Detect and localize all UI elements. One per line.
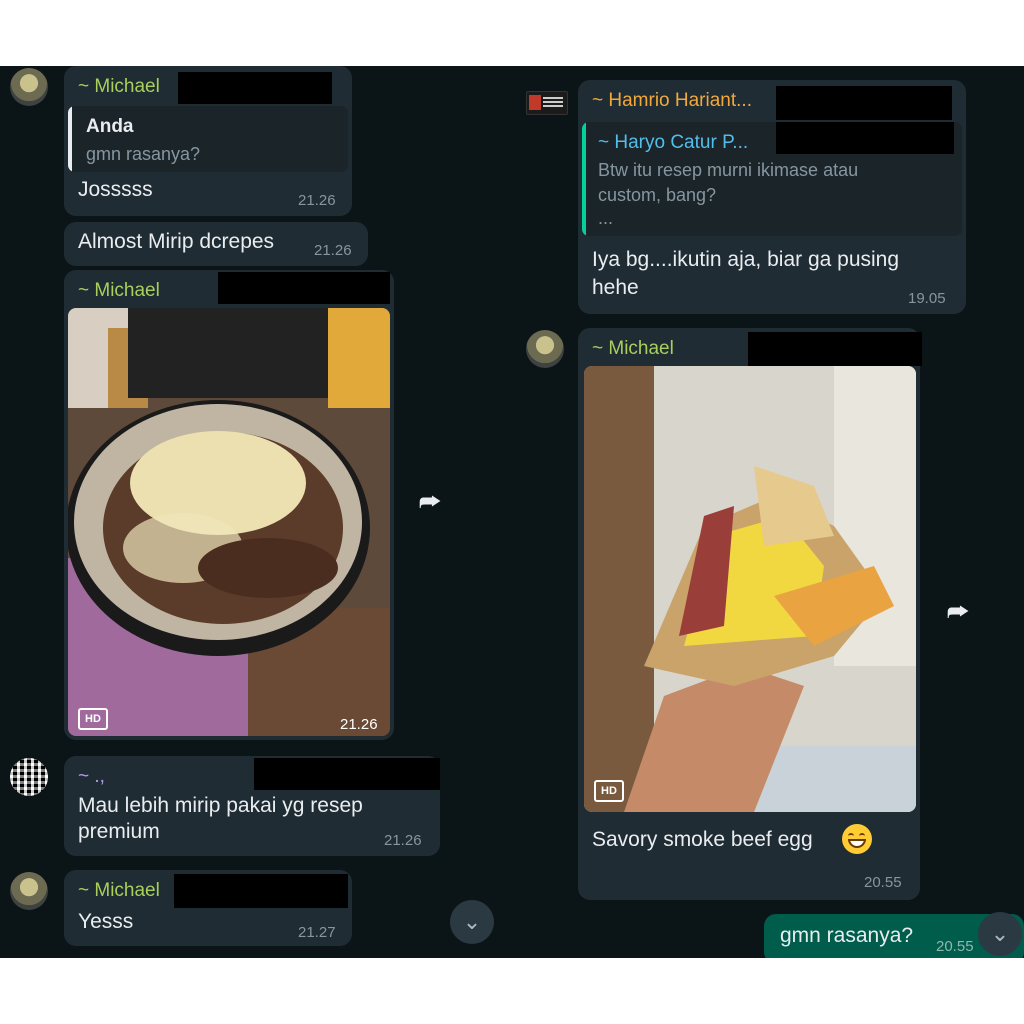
crepe-illustration <box>68 308 390 736</box>
hd-badge: HD <box>594 780 624 802</box>
double-chevron-down-icon[interactable]: ⌄ <box>450 900 494 944</box>
savory-crepe-photo[interactable]: HD <box>584 366 916 812</box>
message-time: 20.55 <box>936 938 974 955</box>
grinning-face-emoji <box>842 824 872 854</box>
message-text: Josssss <box>78 178 153 201</box>
redacted-phone <box>218 272 390 304</box>
redacted-phone <box>748 332 922 366</box>
redacted-phone <box>776 122 954 154</box>
avatar-hamrio[interactable] <box>526 91 568 115</box>
message-time: 21.26 <box>298 192 336 209</box>
savory-crepe-illustration <box>584 366 916 812</box>
image-message-bubble[interactable]: ~ Michael HD 21.26 <box>64 270 394 740</box>
message-bubble[interactable]: ~ Hamrio Hariant... ~ Haryo Catur P... B… <box>578 80 966 314</box>
sender-name[interactable]: ~ Michael <box>78 280 160 302</box>
photo-time: 21.26 <box>340 716 378 733</box>
quoted-message[interactable]: Anda gmn rasanya? <box>68 106 348 172</box>
message-text-line2: hehe <box>592 276 639 299</box>
quote-text-line1: Btw itu resep murni ikimase atau <box>598 160 859 180</box>
quote-text-line3: ... <box>598 208 614 228</box>
sender-name[interactable]: ~ Michael <box>592 338 674 360</box>
sender-name[interactable]: ~ Michael <box>78 880 160 902</box>
message-time: 21.26 <box>314 242 352 259</box>
message-text: Almost Mirip dcrepes <box>78 230 275 253</box>
avatar-qr[interactable] <box>10 758 48 796</box>
quote-author: Anda <box>86 116 134 137</box>
message-bubble[interactable]: ~ ., Mau lebih mirip pakai yg resep prem… <box>64 756 440 856</box>
redacted-phone <box>254 758 440 790</box>
message-text-line2: premium <box>78 820 160 843</box>
crepe-photo[interactable]: HD 21.26 <box>68 308 390 736</box>
forward-icon[interactable]: ⮫ <box>940 596 976 632</box>
double-chevron-down-icon[interactable]: ⌄ <box>978 912 1022 956</box>
hd-badge: HD <box>78 708 108 730</box>
redacted-phone <box>776 86 952 120</box>
chat-panel-left: ~ Michael Anda gmn rasanya? Josssss 21.2… <box>0 66 512 958</box>
forward-icon[interactable]: ⮫ <box>412 486 448 522</box>
sender-name[interactable]: ~ ., <box>78 766 105 788</box>
quote-text: gmn rasanya? <box>86 144 201 164</box>
message-bubble[interactable]: Almost Mirip dcrepes 21.26 <box>64 222 368 266</box>
message-bubble[interactable]: ~ Michael Yesss 21.27 <box>64 870 352 946</box>
redacted-phone <box>174 874 348 908</box>
image-message-bubble[interactable]: ~ Michael HD Savory smoke beef egg 20.55 <box>578 328 922 900</box>
message-text: Yesss <box>78 910 134 933</box>
quoted-message[interactable]: ~ Haryo Catur P... Btw itu resep murni i… <box>582 122 962 236</box>
message-time: 20.55 <box>864 874 902 891</box>
avatar-michael[interactable] <box>10 872 48 910</box>
message-time: 19.05 <box>908 290 946 307</box>
message-time: 21.26 <box>384 832 422 849</box>
message-text-line1: Mau lebih mirip pakai yg resep <box>78 794 363 817</box>
message-text: gmn rasanya? <box>780 924 914 947</box>
redacted-phone <box>178 72 332 104</box>
message-bubble[interactable]: ~ Michael Anda gmn rasanya? Josssss 21.2… <box>64 66 352 216</box>
sender-name[interactable]: ~ Michael <box>78 76 160 98</box>
avatar-michael[interactable] <box>10 68 48 106</box>
quote-text-line2: custom, bang? <box>598 185 717 205</box>
quote-author: ~ Haryo Catur P... <box>598 132 749 153</box>
chat-panel-right: ~ Hamrio Hariant... ~ Haryo Catur P... B… <box>512 66 1024 958</box>
message-text: Savory smoke beef egg <box>592 828 813 851</box>
avatar-michael[interactable] <box>526 330 564 368</box>
message-text-line1: Iya bg....ikutin aja, biar ga pusing <box>592 248 900 271</box>
message-time: 21.27 <box>298 924 336 941</box>
sender-name[interactable]: ~ Hamrio Hariant... <box>592 90 752 112</box>
